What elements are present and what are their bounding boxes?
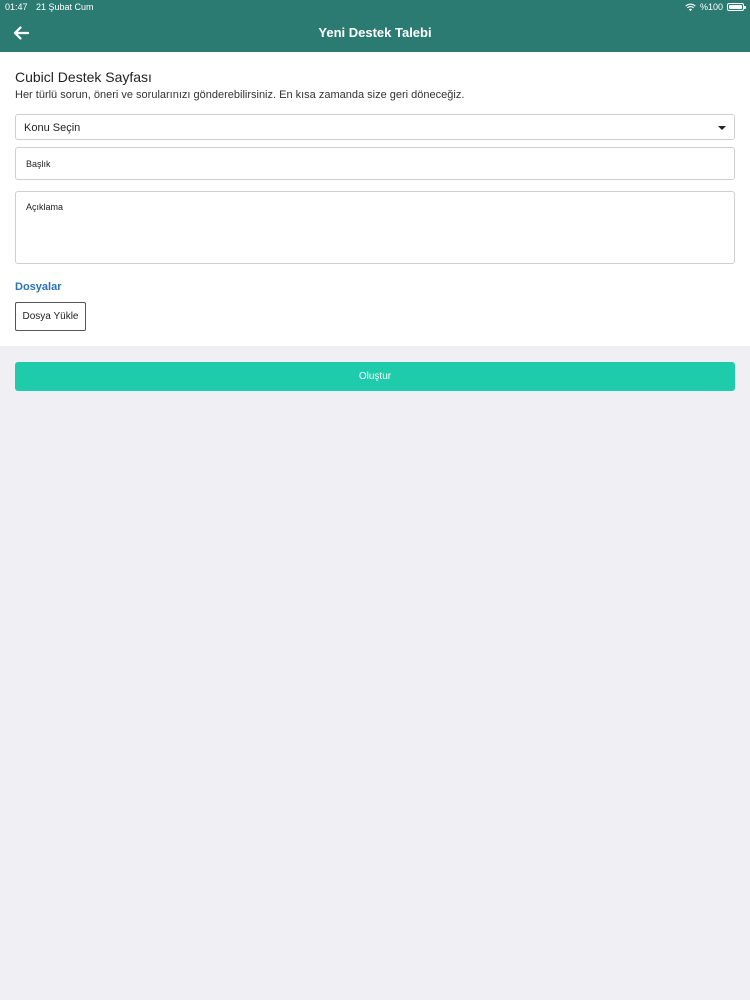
description-textarea-placeholder: Açıklama <box>26 202 64 212</box>
support-form: Cubicl Destek Sayfası Her türlü sorun, ö… <box>0 52 750 346</box>
page-title: Yeni Destek Talebi <box>318 25 432 40</box>
form-description: Her türlü sorun, öneri ve sorularınızı g… <box>15 89 465 101</box>
upload-file-button[interactable]: Dosya Yükle <box>15 302 86 331</box>
wifi-icon <box>685 3 696 11</box>
files-heading: Dosyalar <box>15 281 62 293</box>
status-indicators: %100 <box>685 1 746 13</box>
form-title: Cubicl Destek Sayfası <box>15 69 152 85</box>
status-date: 21 Şubat Cum <box>36 2 94 12</box>
description-textarea[interactable]: Açıklama <box>15 191 735 264</box>
app-screen: 01:47 21 Şubat Cum %100 Yeni Destek Tale… <box>0 0 750 1000</box>
topic-select[interactable]: Konu Seçin <box>15 114 735 140</box>
battery-fill <box>729 5 742 9</box>
battery-icon <box>727 3 746 11</box>
battery-percent: %100 <box>699 2 723 12</box>
nav-bar: Yeni Destek Talebi <box>0 14 750 52</box>
topic-select-value: Konu Seçin <box>24 122 81 134</box>
caret-down-icon <box>718 126 726 130</box>
header: 01:47 21 Şubat Cum %100 Yeni Destek Tale… <box>0 0 750 52</box>
status-bar: 01:47 21 Şubat Cum %100 <box>0 0 750 14</box>
title-input[interactable]: Başlık <box>15 147 735 180</box>
title-input-placeholder: Başlık <box>26 159 51 169</box>
status-time: 01:47 <box>5 2 28 12</box>
create-button[interactable]: Oluştur <box>15 362 735 391</box>
